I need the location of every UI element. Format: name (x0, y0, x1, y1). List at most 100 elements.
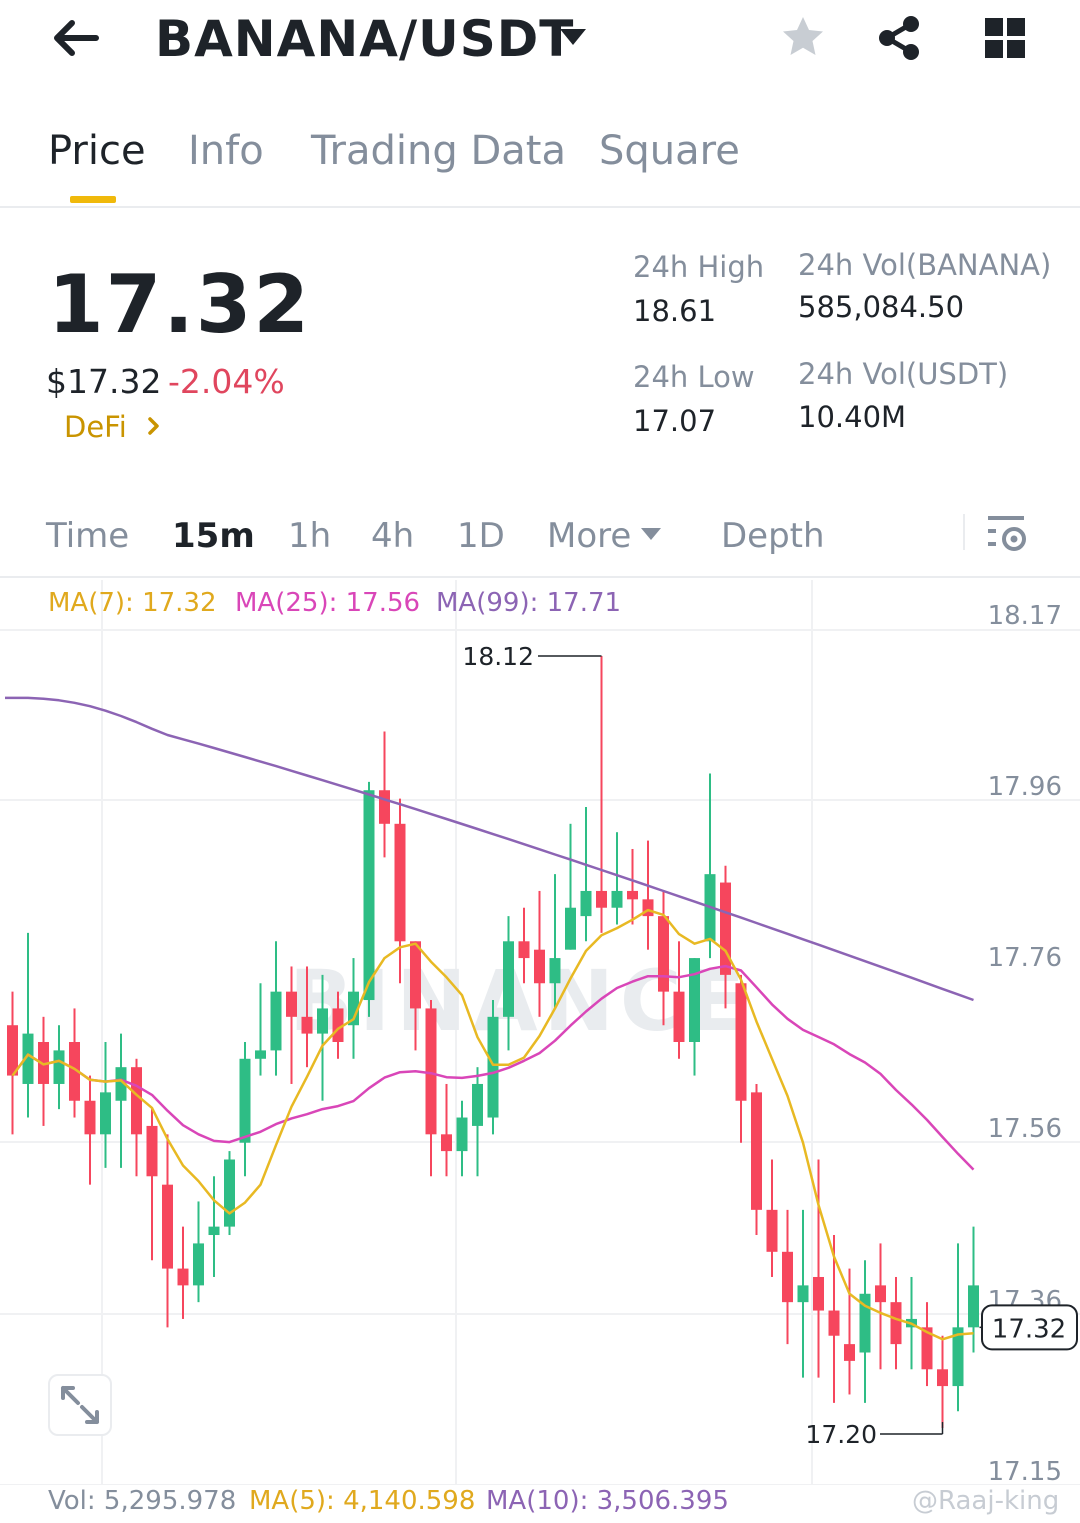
candle-body (239, 1058, 251, 1143)
current-price-label: 17.32 (992, 1314, 1066, 1344)
price-change-percent: -2.04% (168, 362, 285, 401)
interval-time[interactable]: Time (46, 516, 129, 556)
tab-info[interactable]: Info (188, 128, 264, 174)
interval-bar: Time 15m 1h 4h 1D More Depth (0, 500, 1080, 578)
ma7-legend: MA(7): 17.32 (48, 588, 217, 618)
category-link[interactable]: DeFi (64, 410, 127, 444)
candle-body (565, 907, 576, 950)
divider (963, 514, 965, 550)
candle-body (255, 1050, 266, 1059)
candle-body (766, 1209, 778, 1252)
candle-body (487, 1016, 499, 1118)
watermark: @Raaj-king (912, 1486, 1060, 1516)
chevron-right-icon[interactable] (146, 414, 162, 438)
candle-body (394, 823, 406, 942)
depth-tab[interactable]: Depth (721, 516, 825, 556)
usd-price: $17.32 (46, 362, 162, 401)
candle-body (890, 1302, 902, 1345)
candle-body (782, 1251, 793, 1303)
ma25-legend: MA(25): 17.56 (235, 588, 421, 618)
stat-24h-vol-base-label: 24h Vol(BANANA) (798, 248, 1052, 282)
candle-body (286, 991, 297, 1017)
interval-more[interactable]: More (547, 516, 631, 556)
caret-down-icon[interactable] (640, 526, 662, 542)
stat-24h-vol-quote-value: 10.40M (798, 400, 907, 434)
candle-body (7, 1025, 18, 1076)
candle-body (146, 1125, 158, 1177)
candle-body (379, 790, 390, 824)
interval-1h[interactable]: 1h (288, 516, 331, 556)
trading-pair-title[interactable]: BANANA/USDT (155, 10, 574, 68)
caret-down-icon[interactable] (558, 26, 588, 48)
candle-body (301, 1016, 313, 1034)
candle-body (937, 1369, 948, 1387)
candle-body (363, 790, 375, 1001)
candle-body (410, 941, 421, 1009)
last-price: 17.32 (48, 258, 312, 351)
candle-body (441, 1134, 452, 1152)
candle-body (813, 1276, 824, 1311)
stat-24h-low-value: 17.07 (633, 404, 717, 438)
candle-body (828, 1310, 840, 1336)
tab-square[interactable]: Square (599, 128, 740, 174)
candle-body (735, 983, 747, 1101)
candle-body (751, 1092, 762, 1210)
candle-body (425, 1008, 437, 1135)
stat-24h-vol-base-value: 585,084.50 (798, 290, 965, 324)
candle-body (177, 1268, 189, 1286)
candle-body (472, 1083, 483, 1126)
y-tick-label: 17.76 (988, 943, 1062, 973)
candle-body (518, 941, 530, 959)
tab-price[interactable]: Price (48, 128, 146, 174)
candle-body (534, 949, 545, 984)
candle-body (580, 890, 592, 917)
tab-trading-data[interactable]: Trading Data (311, 128, 566, 174)
volume-ma5-legend: MA(5): 4,140.598 (249, 1486, 476, 1516)
candle-body (131, 1067, 142, 1135)
candle-body (968, 1285, 979, 1328)
candle-body (162, 1184, 173, 1269)
candle-body (689, 958, 700, 1042)
candle-body (224, 1159, 235, 1227)
candle-body (658, 916, 669, 992)
candle-body (456, 1117, 468, 1152)
grid-icon[interactable] (984, 17, 1026, 59)
section-tabs: Price Info Trading Data Square (0, 120, 1080, 208)
stat-24h-low-label: 24h Low (633, 360, 755, 394)
interval-15m[interactable]: 15m (172, 516, 255, 556)
candlestick-chart[interactable]: BINANCE18.1717.9617.7617.5617.3617.1518.… (0, 580, 1080, 1485)
y-tick-label: 17.96 (988, 772, 1062, 802)
stat-24h-high-label: 24h High (633, 250, 765, 284)
volume-legend: Vol: 5,295.978 (48, 1486, 237, 1516)
active-tab-indicator (70, 196, 116, 203)
expand-icon (61, 1386, 99, 1424)
candle-body (596, 890, 607, 908)
candle-body (720, 882, 731, 975)
candle-body (611, 890, 623, 908)
y-tick-label: 18.17 (988, 601, 1062, 631)
candle-body (844, 1344, 855, 1361)
star-icon[interactable] (780, 14, 826, 60)
low-marker-label: 17.20 (805, 1420, 877, 1449)
back-arrow-icon[interactable] (50, 16, 100, 60)
candle-body (270, 991, 282, 1051)
volume-ma10-legend: MA(10): 3,506.395 (486, 1486, 729, 1516)
stat-24h-vol-quote-label: 24h Vol(USDT) (798, 357, 1009, 391)
candle-body (627, 890, 638, 900)
candle-body (84, 1100, 96, 1135)
share-icon[interactable] (876, 14, 922, 62)
interval-1d[interactable]: 1D (457, 516, 505, 556)
ma99-legend: MA(99): 17.71 (436, 588, 622, 618)
chart-settings-icon[interactable] (986, 512, 1030, 554)
candle-body (673, 991, 685, 1042)
interval-4h[interactable]: 4h (371, 516, 414, 556)
top-bar: BANANA/USDT (0, 0, 1080, 90)
fullscreen-button[interactable] (48, 1374, 112, 1436)
candle-body (875, 1285, 886, 1303)
candle-body (317, 1008, 328, 1034)
candle-body (797, 1285, 809, 1303)
candle-body (100, 1092, 111, 1135)
candle-body (53, 1050, 65, 1084)
candle-body (193, 1243, 204, 1286)
y-tick-label: 17.56 (988, 1114, 1062, 1144)
